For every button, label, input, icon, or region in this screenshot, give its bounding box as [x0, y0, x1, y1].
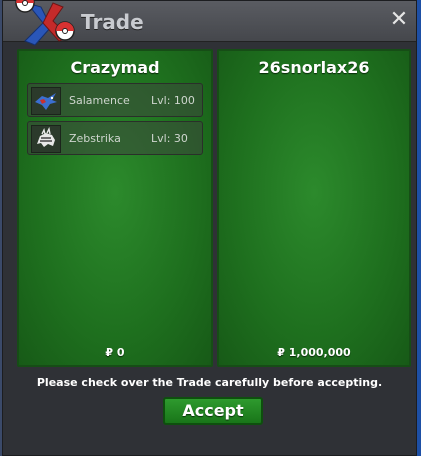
salamence-sprite-icon [31, 87, 61, 115]
pokeball-logo-icon [15, 0, 75, 46]
pokemon-level: Lvl: 30 [151, 132, 188, 145]
partner-money-offer: ₽ 1,000,000 [277, 346, 351, 359]
pokemon-name: Zebstrika [69, 132, 121, 145]
player-name: Crazymad [70, 58, 160, 77]
title-bar[interactable]: Trade ✕ [3, 0, 416, 46]
zebstrika-sprite-icon [31, 125, 61, 153]
close-icon[interactable]: ✕ [388, 9, 410, 31]
pokemon-slot[interactable]: Zebstrika Lvl: 30 [27, 121, 203, 155]
accept-button[interactable]: Accept [163, 397, 263, 425]
pokemon-name: Salamence [69, 94, 130, 107]
pokemon-level: Lvl: 100 [151, 94, 195, 107]
partner-name: 26snorlax26 [258, 58, 370, 77]
pokemon-slot[interactable]: Salamence Lvl: 100 [27, 83, 203, 117]
trade-notice: Please check over the Trade carefully be… [36, 376, 383, 389]
money-offer: ₽ 0 [105, 346, 125, 359]
partner-offer-panel: 26snorlax26 ₽ 1,000,000 [217, 49, 411, 367]
my-offer-panel: Crazymad Salamence Lvl: 100 Zebstrika Lv… [17, 49, 213, 367]
window-title: Trade [81, 10, 144, 34]
trade-window: Trade ✕ Crazymad Salamence Lvl: 100 Zebs… [2, 0, 417, 456]
